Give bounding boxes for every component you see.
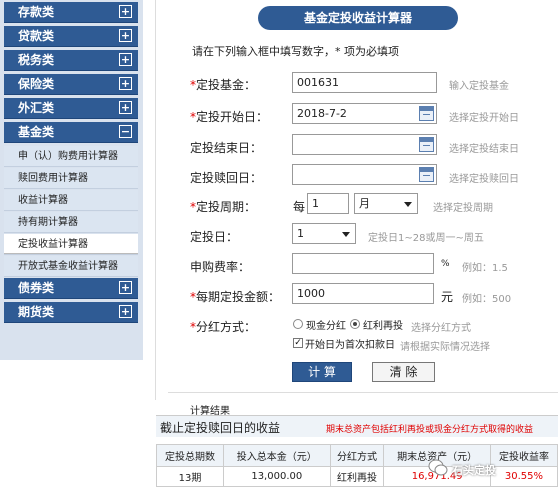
expand-plus-icon[interactable]: +	[119, 281, 132, 294]
period-unit-select[interactable]: 月	[354, 193, 418, 214]
sidebar-item-open-fund-return[interactable]: 开放式基金收益计算器	[4, 256, 138, 277]
end-date-hint: 选择定投结束日	[449, 144, 519, 155]
chevron-down-icon	[342, 232, 350, 237]
expand-plus-icon[interactable]: +	[119, 53, 132, 66]
category-insurance[interactable]: 保险类 +	[4, 74, 138, 95]
category-fund[interactable]: 基金类 −	[4, 122, 138, 143]
period-hint: 选择定投周期	[433, 203, 493, 214]
column-header: 定投总期数	[155, 444, 225, 467]
calendar-icon[interactable]	[419, 106, 434, 121]
expand-plus-icon[interactable]: +	[119, 305, 132, 318]
reinvest-dividend-radio[interactable]	[350, 319, 360, 329]
return-rate-cell: 30.55%	[489, 466, 558, 487]
sidebar-item-redemption-fee[interactable]: 赎回费用计算器	[4, 168, 138, 189]
day-select[interactable]: 1	[292, 223, 356, 244]
page-title: 基金定投收益计算器	[258, 6, 458, 30]
category-label: 存款类	[18, 5, 55, 19]
divider	[168, 392, 558, 393]
divider	[155, 0, 156, 400]
expand-plus-icon[interactable]: +	[119, 29, 132, 42]
category-label: 债券类	[18, 281, 55, 295]
category-bond[interactable]: 债券类 +	[4, 278, 138, 299]
collapse-minus-icon[interactable]: −	[119, 125, 132, 138]
fee-label: 申购费率：	[190, 260, 251, 274]
end-date-label: 定投结束日：	[190, 141, 263, 155]
result-note: 期末总资产包括红利再投或现金分红方式取得的收益	[326, 425, 534, 435]
start-date-input[interactable]: 2018-7-2	[292, 103, 437, 124]
category-label: 税务类	[18, 53, 55, 67]
start-date-label: *定投开始日：	[190, 110, 269, 124]
chevron-down-icon	[404, 202, 412, 207]
first-deduction-label[interactable]: 开始日为首次扣款日	[305, 336, 395, 351]
calendar-icon[interactable]	[419, 137, 434, 152]
table-header-row: 定投总期数 投入总本金（元） 分红方式 期末总资产（元） 定投收益率	[155, 444, 558, 467]
fee-unit: %	[441, 259, 450, 269]
category-loan[interactable]: 贷款类 +	[4, 26, 138, 47]
redeem-date-hint: 选择定投赎回日	[449, 174, 519, 185]
fund-code-input[interactable]: 001631	[292, 72, 437, 93]
clear-button[interactable]: 清 除	[372, 362, 435, 382]
column-header: 分红方式	[329, 444, 385, 467]
sidebar-item-return-calculator[interactable]: 收益计算器	[4, 190, 138, 211]
category-label: 期货类	[18, 305, 55, 319]
sidebar-item-sip-calculator[interactable]: 定投收益计算器	[4, 234, 138, 255]
cash-dividend-radio[interactable]	[293, 319, 303, 329]
category-futures[interactable]: 期货类 +	[4, 302, 138, 323]
form-instructions: 请在下列输入框中填写数字，* 项为必填项	[192, 45, 399, 58]
dividend-hint: 选择分红方式	[411, 323, 471, 334]
category-label: 贷款类	[18, 29, 55, 43]
fee-rate-input[interactable]	[292, 253, 434, 274]
fund-hint: 输入定投基金	[449, 81, 509, 92]
end-date-input[interactable]	[292, 134, 437, 155]
day-hint: 定投日1~28或周一~周五	[368, 233, 484, 244]
amount-hint: 例如：500	[462, 294, 512, 305]
page: 存款类 + 贷款类 + 税务类 + 保险类 + 外汇类 + 基金类 − 申（认）购费用计算器…	[0, 0, 558, 492]
column-header: 定投收益率	[489, 444, 558, 467]
category-label: 外汇类	[18, 101, 55, 115]
expand-plus-icon[interactable]: +	[119, 101, 132, 114]
category-tax[interactable]: 税务类 +	[4, 50, 138, 71]
column-header: 投入总本金（元）	[223, 444, 331, 467]
expand-plus-icon[interactable]: +	[119, 77, 132, 90]
category-label: 基金类	[18, 125, 55, 139]
redeem-date-input[interactable]	[292, 164, 437, 185]
period-prefix: 每	[293, 200, 306, 214]
period-label: *定投周期：	[190, 200, 257, 214]
cash-dividend-label[interactable]: 现金分红	[306, 317, 346, 332]
amount-input[interactable]: 1000	[292, 283, 434, 304]
result-heading: 截止定投赎回日的收益	[160, 421, 281, 435]
redeem-date-label: 定投赎回日：	[190, 171, 263, 185]
calendar-icon[interactable]	[419, 167, 434, 182]
period-count-input[interactable]: 1	[307, 193, 349, 214]
dividend-method-cell: 红利再投	[329, 466, 385, 487]
sidebar: 存款类 + 贷款类 + 税务类 + 保险类 + 外汇类 + 基金类 − 申（认）购费用计算器…	[0, 0, 143, 360]
watermark: 石头定投	[452, 464, 496, 477]
category-label: 保险类	[18, 77, 55, 91]
day-label: 定投日：	[190, 230, 239, 244]
sidebar-item-subscription-fee[interactable]: 申（认）购费用计算器	[4, 146, 138, 167]
total-periods-cell: 13期	[155, 466, 225, 487]
category-deposit[interactable]: 存款类 +	[4, 2, 138, 23]
fund-label: *定投基金：	[190, 78, 257, 92]
total-principal-cell: 13,000.00	[223, 466, 331, 487]
start-date-hint: 选择定投开始日	[449, 113, 519, 124]
amount-label: *每期定投金额：	[190, 290, 281, 304]
fee-hint: 例如：1.5	[462, 263, 508, 274]
expand-plus-icon[interactable]: +	[119, 5, 132, 18]
dividend-label: *分红方式：	[190, 320, 257, 334]
amount-unit: 元	[441, 290, 454, 304]
result-table: 定投总期数 投入总本金（元） 分红方式 期末总资产（元） 定投收益率 13期 1…	[155, 444, 558, 487]
wechat-icon	[428, 459, 448, 476]
sidebar-item-holding-period[interactable]: 持有期计算器	[4, 212, 138, 233]
first-deduction-checkbox[interactable]: ✓	[293, 338, 303, 348]
category-forex[interactable]: 外汇类 +	[4, 98, 138, 119]
reinvest-dividend-label[interactable]: 红利再投	[363, 317, 403, 332]
first-deduction-hint: 请根据实际情况选择	[400, 342, 490, 353]
calculate-button[interactable]: 计 算	[292, 362, 352, 382]
table-row: 13期 13,000.00 红利再投 16,971.49 30.55%	[155, 466, 558, 487]
